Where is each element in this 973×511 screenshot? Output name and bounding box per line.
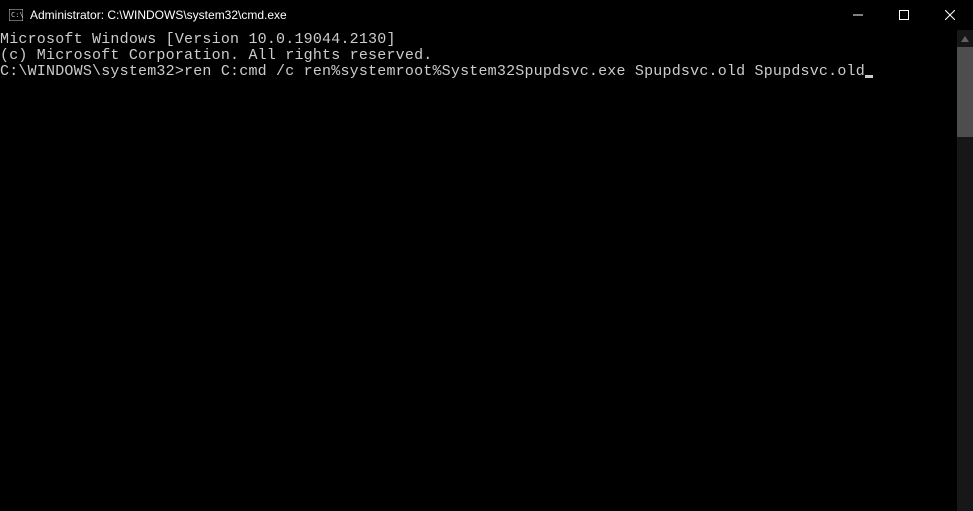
terminal-body[interactable]: Microsoft Windows [Version 10.0.19044.21… xyxy=(0,30,973,511)
minimize-button[interactable] xyxy=(835,0,881,30)
window-controls xyxy=(835,0,973,30)
title-bar: C:\ Administrator: C:\WINDOWS\system32\c… xyxy=(0,0,973,30)
close-button[interactable] xyxy=(927,0,973,30)
title-left: C:\ Administrator: C:\WINDOWS\system32\c… xyxy=(8,7,287,23)
scroll-up-arrow-icon[interactable] xyxy=(957,30,973,47)
terminal-prompt-line: C:\WINDOWS\system32>ren C:cmd /c ren%sys… xyxy=(0,64,973,80)
command-text: ren C:cmd /c ren%systemroot%System32Spup… xyxy=(184,63,865,80)
svg-text:C:\: C:\ xyxy=(11,11,23,19)
cmd-icon: C:\ xyxy=(8,7,24,23)
prompt-text: C:\WINDOWS\system32> xyxy=(0,63,184,80)
terminal-output-line: Microsoft Windows [Version 10.0.19044.21… xyxy=(0,32,973,48)
window-title: Administrator: C:\WINDOWS\system32\cmd.e… xyxy=(30,8,287,22)
maximize-button[interactable] xyxy=(881,0,927,30)
scrollbar[interactable] xyxy=(957,30,973,511)
scroll-thumb[interactable] xyxy=(957,47,973,137)
terminal-output-line: (c) Microsoft Corporation. All rights re… xyxy=(0,48,973,64)
cursor xyxy=(865,75,873,78)
